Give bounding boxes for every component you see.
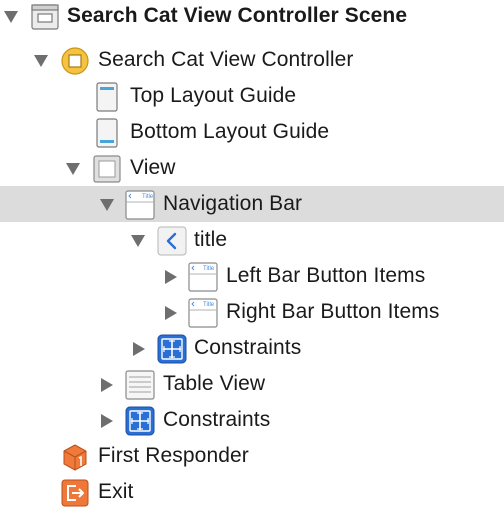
outline-item-label: Constraints — [163, 408, 271, 431]
scene-icon — [30, 2, 60, 32]
outline-row-bottom-layout-guide[interactable]: Bottom Layout Guide — [0, 114, 504, 150]
outline-item-label: Left Bar Button Items — [226, 264, 426, 287]
constraints-icon — [157, 334, 187, 364]
outline-row-top-layout-guide[interactable]: Top Layout Guide — [0, 78, 504, 114]
outline-item-label: Exit — [98, 480, 134, 503]
navigation-bar-icon: Title — [125, 190, 155, 220]
outline-row-first-responder[interactable]: First Responder — [0, 438, 504, 474]
disclosure-expanded-icon[interactable] — [65, 162, 81, 176]
disclosure-expanded-icon[interactable] — [3, 10, 19, 24]
icon-caption: Title — [203, 302, 215, 308]
outline-item-label: First Responder — [98, 444, 249, 467]
outline-row-left-bar-button-items[interactable]: Title Left Bar Button Items — [0, 258, 504, 294]
bar-button-items-icon: Title — [188, 262, 218, 292]
disclosure-collapsed-icon[interactable] — [99, 378, 115, 392]
outline-item-label: View — [130, 156, 176, 179]
outline-row-scene[interactable]: Search Cat View Controller Scene — [0, 0, 504, 34]
disclosure-expanded-icon[interactable] — [33, 54, 49, 68]
bar-button-items-icon: Title — [188, 298, 218, 328]
disclosure-collapsed-icon[interactable] — [99, 414, 115, 428]
first-responder-icon — [60, 442, 90, 472]
outline-item-label: title — [194, 228, 228, 251]
outline-row-table-view[interactable]: Table View — [0, 366, 504, 402]
outline-row-view-constraints[interactable]: Constraints — [0, 402, 504, 438]
outline-item-label: Bottom Layout Guide — [130, 120, 330, 143]
disclosure-expanded-icon[interactable] — [130, 234, 146, 248]
view-icon — [92, 154, 122, 184]
outline-item-label: Search Cat View Controller Scene — [67, 4, 408, 27]
table-view-icon — [125, 370, 155, 400]
outline-row-view-controller[interactable]: Search Cat View Controller — [0, 42, 504, 78]
navigation-item-icon — [157, 226, 187, 256]
outline-item-label: Table View — [163, 372, 266, 395]
layout-guide-bottom-icon — [92, 118, 122, 148]
disclosure-collapsed-icon[interactable] — [163, 306, 179, 320]
disclosure-expanded-icon[interactable] — [99, 198, 115, 212]
outline-item-label: Constraints — [194, 336, 302, 359]
outline-item-label: Top Layout Guide — [130, 84, 297, 107]
outline-row-exit[interactable]: Exit — [0, 474, 504, 510]
layout-guide-top-icon — [92, 82, 122, 112]
icon-caption: Title — [203, 266, 215, 272]
icon-caption: Title — [142, 194, 154, 200]
exit-icon — [60, 478, 90, 508]
disclosure-collapsed-icon[interactable] — [131, 342, 147, 356]
outline-item-label: Search Cat View Controller — [98, 48, 354, 71]
outline-row-navigation-item[interactable]: title — [0, 222, 504, 258]
outline-item-label: Right Bar Button Items — [226, 300, 440, 323]
document-outline: Search Cat View Controller Scene Search … — [0, 0, 504, 514]
outline-row-right-bar-button-items[interactable]: Title Right Bar Button Items — [0, 294, 504, 330]
disclosure-collapsed-icon[interactable] — [163, 270, 179, 284]
outline-item-label: Navigation Bar — [163, 192, 303, 215]
outline-row-navigation-bar[interactable]: Title Navigation Bar — [0, 186, 504, 222]
outline-row-nav-constraints[interactable]: Constraints — [0, 330, 504, 366]
constraints-icon — [125, 406, 155, 436]
outline-row-view[interactable]: View — [0, 150, 504, 186]
view-controller-icon — [60, 46, 90, 76]
